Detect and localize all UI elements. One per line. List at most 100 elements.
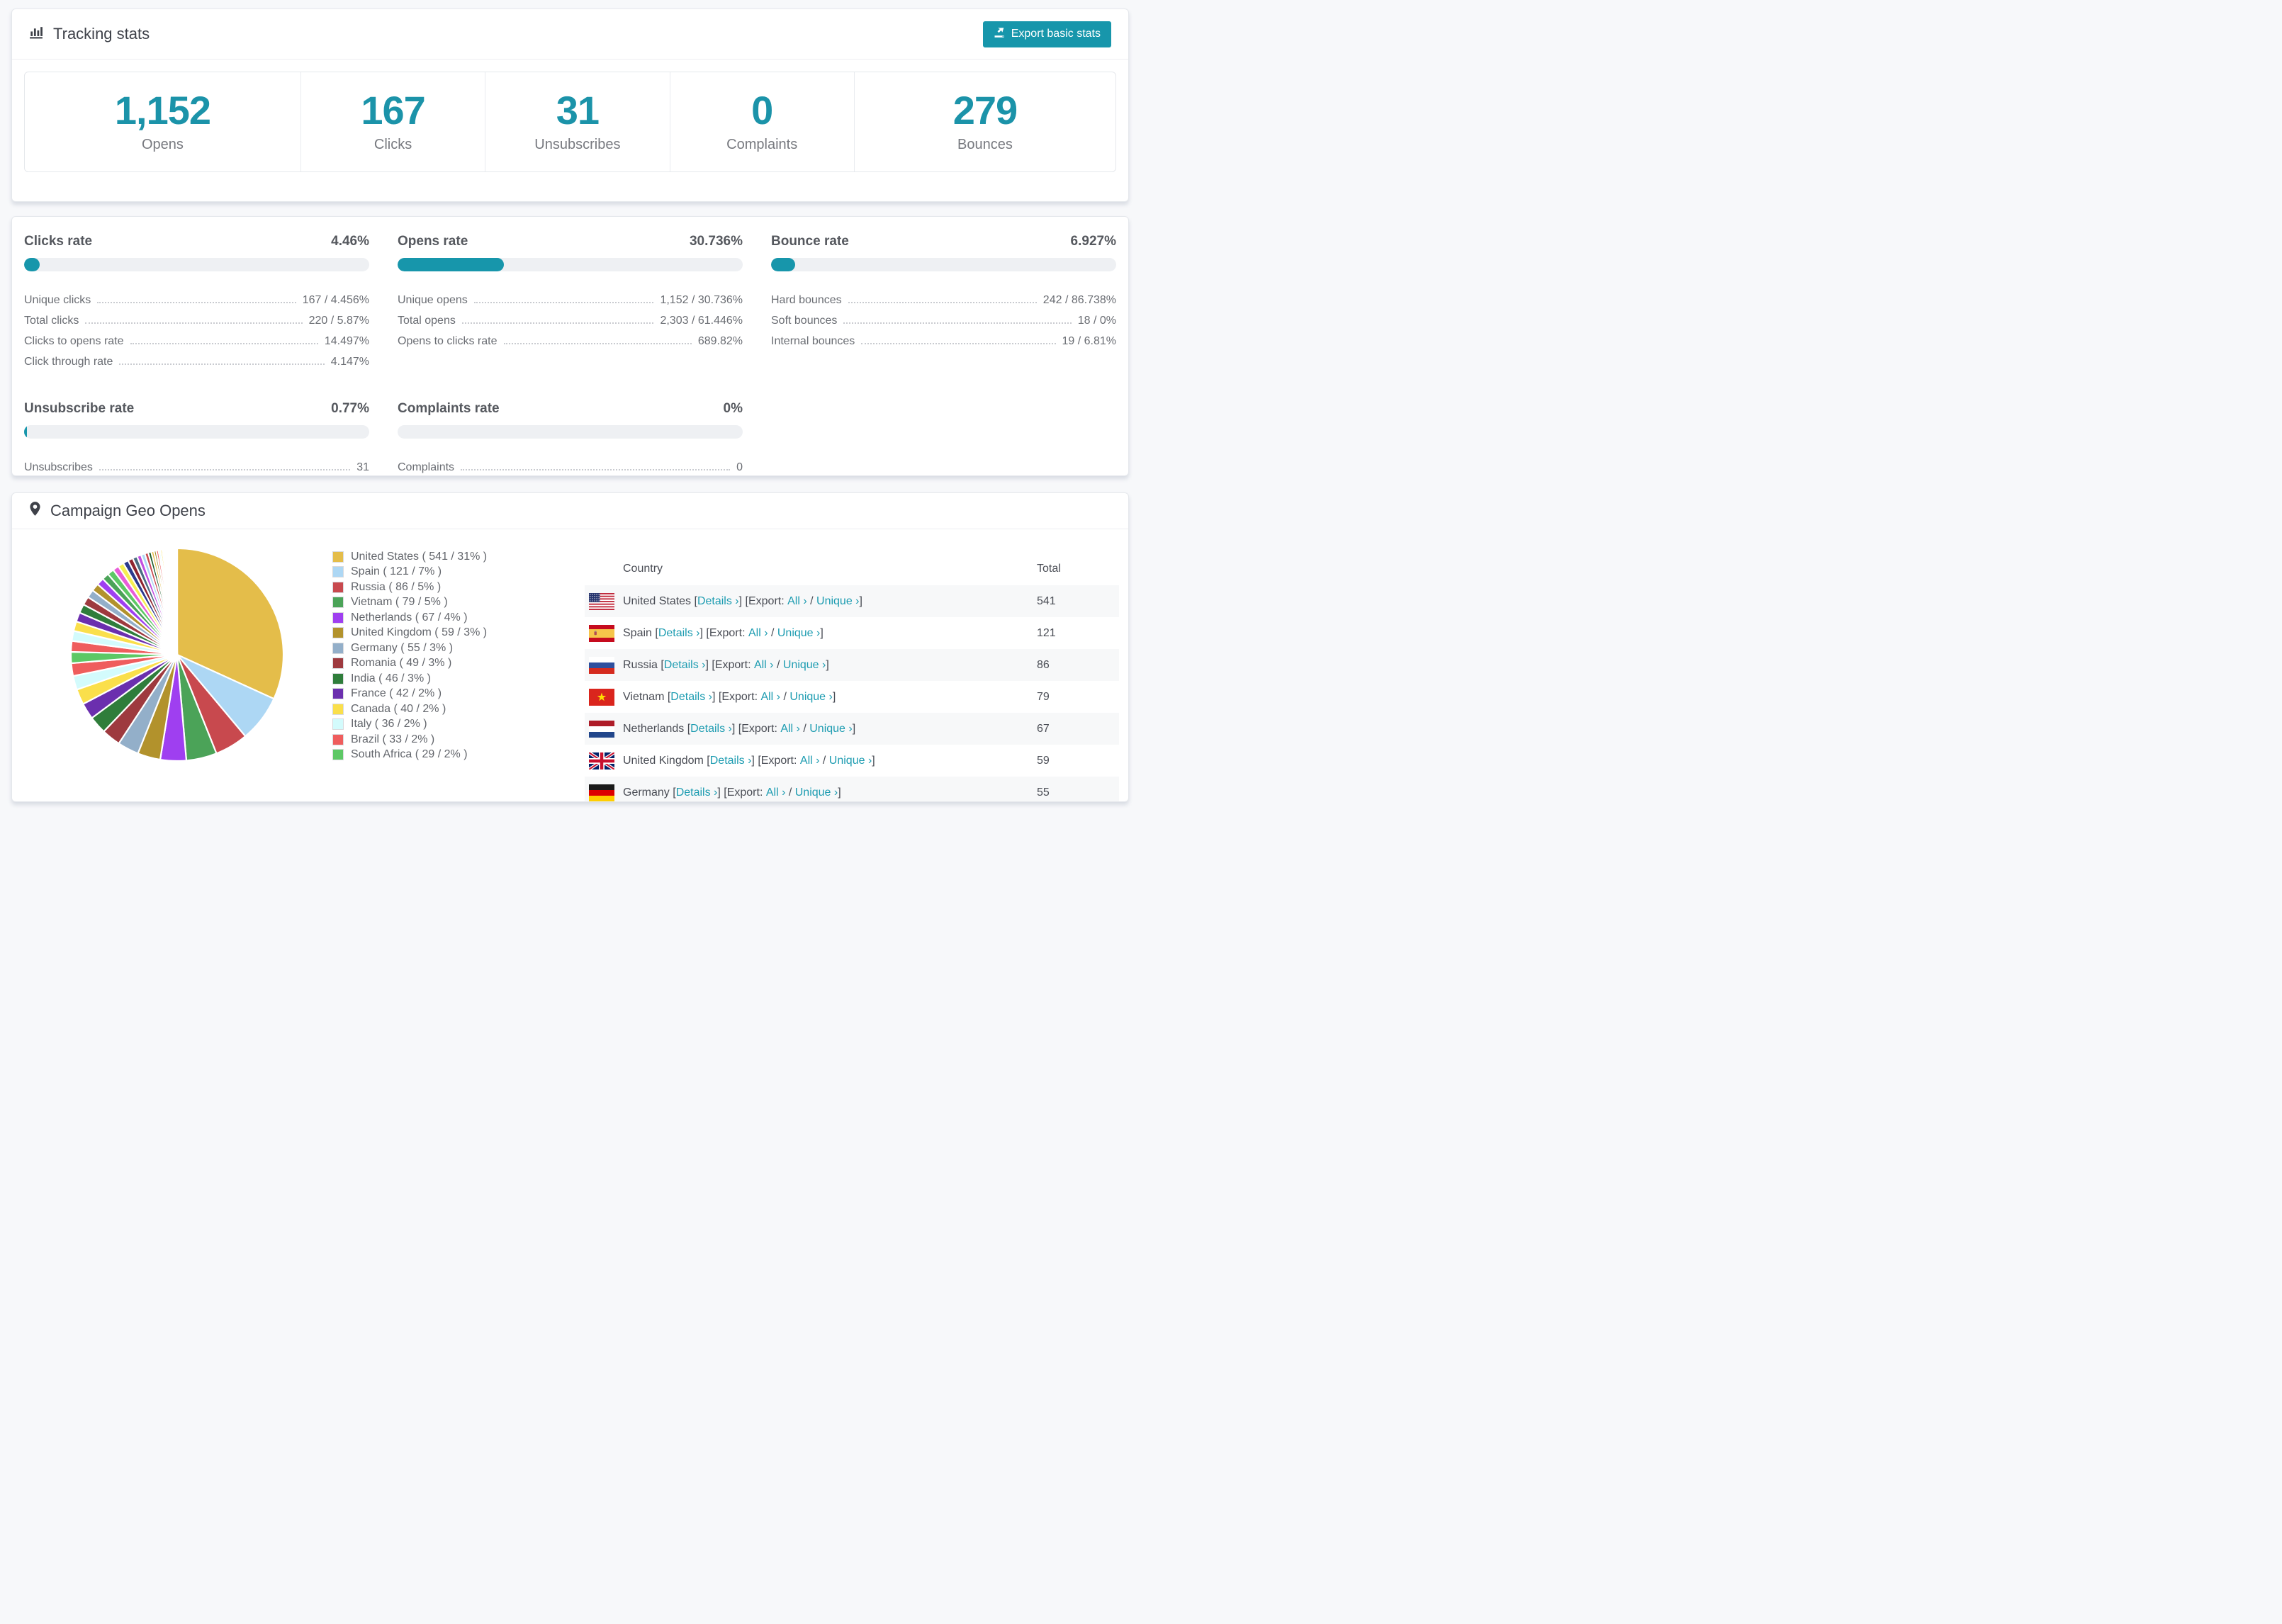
geo-opens-pie-chart — [69, 547, 285, 762]
details-link[interactable]: Details › — [670, 691, 712, 704]
export-unique-link[interactable]: Unique › — [795, 786, 838, 799]
legend-swatch — [332, 597, 344, 609]
export-basic-stats-button[interactable]: Export basic stats — [982, 21, 1111, 47]
pie-slice[interactable] — [176, 547, 179, 656]
tracking-stats-page: Tracking stats Export basic stats 1,152 O… — [0, 0, 1141, 812]
legend-item-vietnam[interactable]: Vietnam ( 79 / 5% ) — [332, 595, 487, 611]
export-all-link[interactable]: All › — [754, 659, 774, 672]
legend-item-india[interactable]: India ( 46 / 3% ) — [332, 671, 487, 687]
bracket: ] [Export: — [717, 786, 766, 799]
rate-title: Opens rate — [398, 234, 468, 249]
export-all-link[interactable]: All › — [787, 595, 807, 608]
rate-detail-label: Unsubscribes — [24, 461, 93, 473]
tracking-stats-card: Tracking stats Export basic stats 1,152 O… — [11, 9, 1129, 202]
rate-title: Clicks rate — [24, 234, 93, 249]
dotted-leader — [461, 322, 654, 324]
bracket: ] — [820, 626, 824, 639]
rate-value: 0.77% — [331, 401, 369, 416]
rate-progress-track — [771, 258, 1116, 271]
rate-detail-value: 14.497% — [324, 335, 369, 347]
export-unique-link[interactable]: Unique › — [783, 659, 826, 672]
legend-item-canada[interactable]: Canada ( 40 / 2% ) — [332, 701, 487, 717]
bracket: ] — [832, 690, 836, 703]
legend-swatch — [332, 688, 344, 700]
legend-item-brazil[interactable]: Brazil ( 33 / 2% ) — [332, 732, 487, 748]
details-link[interactable]: Details › — [658, 627, 700, 640]
geo-table-row-es: Spain [Details ›] [Export: All › / Uniqu… — [585, 617, 1119, 649]
legend-item-romania[interactable]: Romania ( 49 / 3% ) — [332, 656, 487, 672]
geo-table-cell-country: Netherlands [Details ›] [Export: All › /… — [585, 720, 1037, 738]
export-all-link[interactable]: All › — [780, 723, 800, 735]
legend-item-germany[interactable]: Germany ( 55 / 3% ) — [332, 641, 487, 656]
rate-detail-label: Total opens — [398, 315, 456, 327]
export-unique-link[interactable]: Unique › — [809, 723, 852, 735]
legend-item-italy[interactable]: Italy ( 36 / 2% ) — [332, 717, 487, 733]
dotted-leader — [861, 343, 1056, 344]
export-unique-link[interactable]: Unique › — [816, 595, 859, 608]
details-link[interactable]: Details › — [697, 595, 739, 608]
export-button-label: Export basic stats — [1011, 28, 1101, 40]
legend-swatch — [332, 581, 344, 593]
country-name: United Kingdom — [623, 754, 704, 767]
geo-table-cell-total: 55 — [1037, 786, 1050, 799]
export-unique-link[interactable]: Unique › — [789, 691, 832, 704]
details-link[interactable]: Details › — [664, 659, 706, 672]
dotted-leader — [503, 343, 692, 344]
rate-section-head: Clicks rate 4.46% — [24, 234, 369, 249]
details-link[interactable]: Details › — [690, 723, 732, 735]
country-name: United States — [623, 594, 692, 607]
export-unique-link[interactable]: Unique › — [829, 755, 872, 767]
legend-item-spain[interactable]: Spain ( 121 / 7% ) — [332, 565, 487, 580]
slash-separator: / — [768, 626, 777, 639]
export-all-link[interactable]: All › — [760, 691, 780, 704]
legend-label: Canada ( 40 / 2% ) — [351, 702, 446, 715]
rate-section-complaints-rate: Complaints rate 0% Complaints 0 — [398, 394, 743, 474]
legend-item-south-africa[interactable]: South Africa ( 29 / 2% ) — [332, 748, 487, 763]
legend-item-netherlands[interactable]: Netherlands ( 67 / 4% ) — [332, 610, 487, 626]
export-all-link[interactable]: All › — [766, 786, 786, 799]
dotted-leader — [461, 469, 731, 470]
legend-item-russia[interactable]: Russia ( 86 / 5% ) — [332, 580, 487, 595]
rate-detail-rows: Unique opens 1,152 / 30.736% Total opens 2,… — [398, 286, 743, 348]
rate-detail-rows: Hard bounces 242 / 86.738% Soft bounces 18 … — [771, 286, 1116, 348]
export-all-link[interactable]: All › — [800, 755, 820, 767]
dotted-leader — [843, 322, 1072, 324]
legend-swatch — [332, 566, 344, 578]
export-unique-link[interactable]: Unique › — [777, 627, 820, 640]
rate-detail-value: 167 / 4.456% — [302, 294, 369, 306]
rate-detail-rows: Complaints 0 — [398, 453, 743, 474]
rate-detail-value: 689.82% — [697, 335, 743, 347]
geo-table-row-ru: Russia [Details ›] [Export: All › / Uniq… — [585, 649, 1119, 681]
rate-detail-row: Complaints 0 — [398, 453, 743, 474]
legend-label: South Africa ( 29 / 2% ) — [351, 748, 468, 761]
summary-stat-value: 279 — [952, 88, 1018, 132]
rate-detail-label: Complaints — [398, 461, 455, 473]
rate-detail-rows: Unsubscribes 31 — [24, 453, 369, 474]
geo-table-cell-country: Spain [Details ›] [Export: All › / Uniqu… — [585, 624, 1037, 642]
legend-item-france[interactable]: France ( 42 / 2% ) — [332, 687, 487, 702]
legend-item-united-states[interactable]: United States ( 541 / 31% ) — [332, 549, 487, 565]
rate-detail-label: Soft bounces — [771, 315, 838, 327]
summary-stat-value: 0 — [751, 88, 773, 132]
details-link[interactable]: Details › — [710, 755, 752, 767]
bracket: ] — [838, 786, 841, 799]
legend-label: India ( 46 / 3% ) — [351, 672, 431, 684]
summary-stat-clicks: 167 Clicks — [301, 72, 486, 171]
summary-stat-value: 31 — [556, 88, 600, 132]
legend-item-united-kingdom[interactable]: United Kingdom ( 59 / 3% ) — [332, 626, 487, 641]
rate-value: 0% — [723, 401, 743, 416]
dotted-leader — [97, 302, 296, 303]
de-flag-icon — [589, 784, 614, 801]
bracket: ] [Export: — [751, 754, 800, 767]
legend-swatch — [332, 658, 344, 670]
rate-progress-fill — [24, 425, 27, 439]
details-link[interactable]: Details › — [676, 786, 718, 799]
gb-flag-icon — [589, 752, 614, 769]
bracket: [ — [651, 626, 658, 639]
country-name: Germany — [623, 786, 670, 799]
geo-table-header-row: Country Total — [585, 553, 1119, 585]
map-pin-icon — [29, 501, 41, 521]
rate-section-head: Bounce rate 6.927% — [771, 234, 1116, 249]
export-all-link[interactable]: All › — [748, 627, 768, 640]
country-name: Russia — [623, 658, 658, 671]
